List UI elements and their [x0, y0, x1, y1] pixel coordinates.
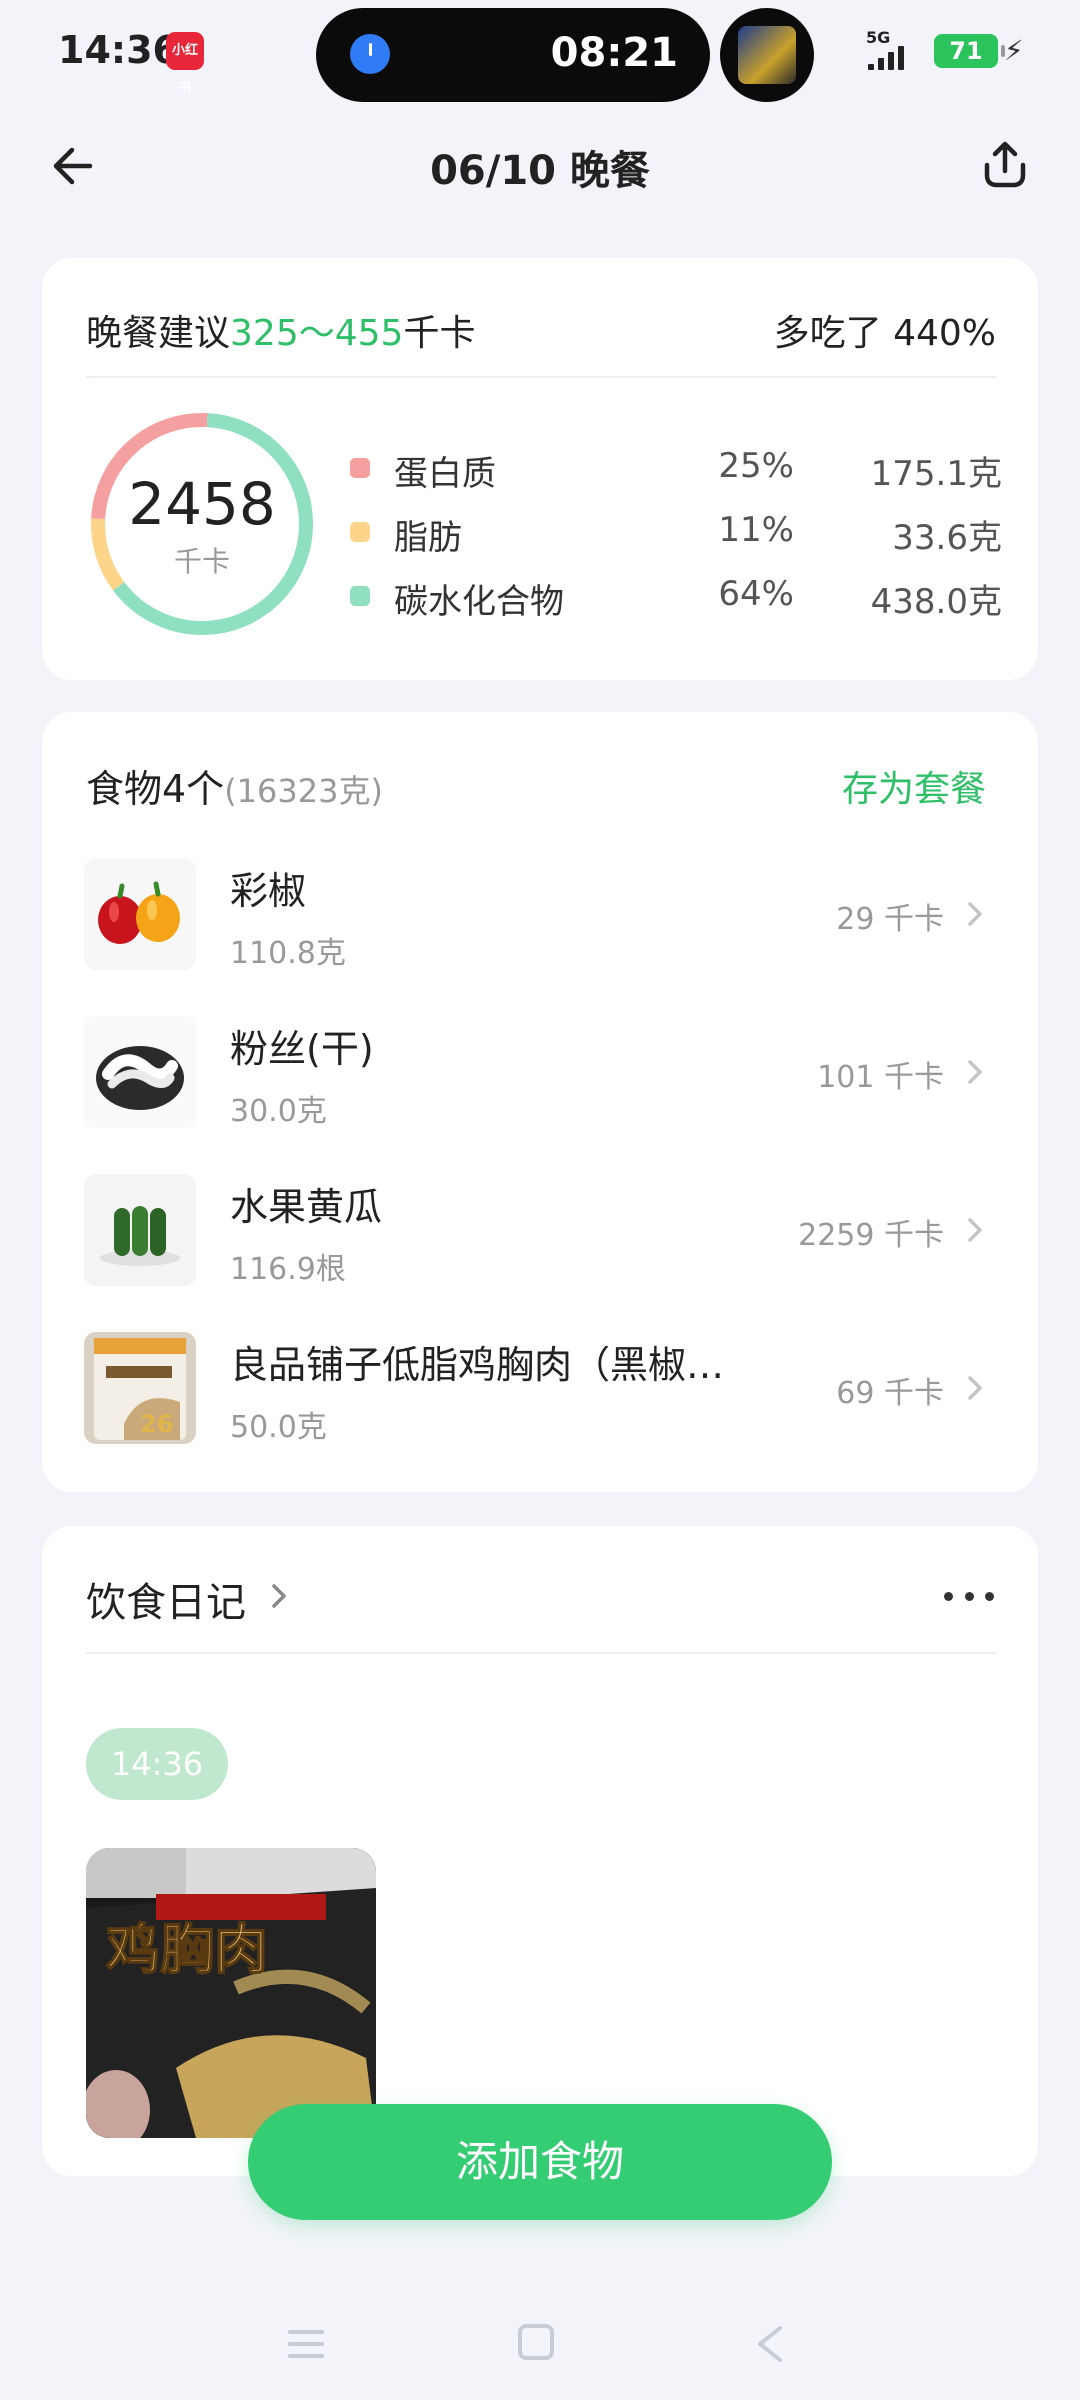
- macro-name: 碳水化合物: [394, 582, 564, 622]
- food-item-bell-pepper[interactable]: 彩椒 110.8克 29 千卡: [84, 858, 1004, 971]
- cellular-signal: 5G: [866, 28, 926, 72]
- food-amount: 110.8克: [230, 936, 346, 971]
- diary-title-link[interactable]: 饮食日记: [86, 1570, 246, 1628]
- food-kcal: 69 千卡: [836, 1376, 944, 1411]
- timer-readout: 08:21: [550, 30, 678, 76]
- signal-bars-icon: [868, 46, 904, 70]
- chevron-right-icon: [968, 902, 982, 926]
- status-time: 14:36: [58, 28, 179, 72]
- recent-apps-icon[interactable]: [286, 2324, 326, 2364]
- fat-color-dot: [350, 522, 370, 542]
- package-text: 鸡胸肉: [106, 1918, 268, 1981]
- chicken-breast-pack-photo: 26: [84, 1332, 196, 1444]
- carbs-color-dot: [350, 586, 370, 606]
- network-type: 5G: [866, 28, 891, 47]
- battery-icon: 71: [934, 34, 1005, 68]
- overeat-percent: 多吃了 440%: [773, 313, 996, 354]
- charging-bolt-icon: ⚡: [1004, 34, 1024, 67]
- more-options-button[interactable]: [944, 1578, 994, 1614]
- food-kcal: 2259 千卡: [798, 1218, 944, 1253]
- system-nav-bar: [0, 2300, 1080, 2390]
- food-count-heading: 食物4个(16323克): [86, 767, 383, 811]
- more-dot: [964, 1591, 974, 1601]
- more-dot: [985, 1591, 994, 1601]
- food-name: 水果黄瓜: [230, 1185, 383, 1229]
- macro-amount: 438.0克: [870, 582, 1002, 622]
- share-button[interactable]: [974, 134, 1036, 196]
- macro-amount: 175.1克: [870, 454, 1002, 494]
- vermicelli-photo: [84, 1016, 196, 1128]
- chevron-right-icon[interactable]: [266, 1578, 292, 1614]
- food-kcal: 101 千卡: [817, 1060, 944, 1095]
- share-upload-icon: [984, 141, 1026, 188]
- food-kcal: 29 千卡: [836, 902, 944, 937]
- macro-name: 蛋白质: [394, 454, 496, 494]
- macro-carbs: 碳水化合物 64% 438.0克: [350, 562, 1002, 626]
- dynamic-island-timer[interactable]: 08:21: [316, 8, 710, 102]
- status-bar: 14:36 小红书 08:21 5G 71 ⚡: [0, 0, 1080, 110]
- food-item-cucumber[interactable]: 水果黄瓜 116.9根 2259 千卡: [84, 1174, 1004, 1287]
- chevron-right-icon: [968, 1376, 982, 1400]
- bell-pepper-photo: [84, 858, 196, 970]
- macro-percent: 11%: [718, 510, 794, 550]
- macro-percent: 25%: [718, 446, 794, 486]
- chevron-right-icon: [968, 1218, 982, 1242]
- divider: [86, 1652, 996, 1654]
- calorie-summary-card: 晚餐建议325～455千卡 多吃了 440% 2458 千卡 蛋白质 25% 1…: [42, 258, 1038, 680]
- divider: [86, 376, 996, 378]
- macro-fat: 脂肪 11% 33.6克: [350, 498, 1002, 562]
- meal-suggestion: 晚餐建议325～455千卡: [86, 313, 476, 354]
- macro-name: 脂肪: [394, 518, 462, 558]
- diary-time-chip: 14:36: [86, 1728, 228, 1800]
- suggested-range: 325～455: [230, 313, 404, 354]
- kcal-unit-label: 千卡: [173, 545, 230, 578]
- food-list-card: 食物4个(16323克) 存为套餐 彩椒 110.8克 29 千卡 粉丝(干) …: [42, 712, 1038, 1492]
- macro-percent: 64%: [718, 574, 794, 614]
- food-name: 粉丝(干): [230, 1027, 374, 1071]
- top-nav-bar: 06/10 晚餐: [0, 120, 1080, 210]
- home-icon[interactable]: [518, 2324, 554, 2360]
- protein-color-dot: [350, 458, 370, 478]
- svg-text:26: 26: [140, 1410, 173, 1438]
- food-amount: 116.9根: [230, 1252, 346, 1287]
- diary-photo[interactable]: 鸡胸肉: [86, 1848, 376, 2138]
- floating-notification-bubble[interactable]: [720, 8, 814, 102]
- macro-protein: 蛋白质 25% 175.1克: [350, 434, 1002, 498]
- macro-amount: 33.6克: [892, 518, 1002, 558]
- back-triangle-icon[interactable]: [750, 2322, 790, 2366]
- food-item-chicken-breast[interactable]: 26 良品铺子低脂鸡胸肉（黑椒… 50.0克 69 千卡: [84, 1332, 1004, 1445]
- add-food-button[interactable]: 添加食物: [248, 2104, 832, 2220]
- xiaohongshu-app-icon: 小红书: [166, 32, 204, 96]
- page-title: 06/10 晚餐: [430, 148, 650, 194]
- food-name: 良品铺子低脂鸡胸肉（黑椒…: [230, 1343, 725, 1387]
- food-diary-card: 饮食日记 14:36 鸡胸肉: [42, 1526, 1038, 2176]
- stopwatch-icon: [350, 34, 390, 74]
- chevron-right-icon: [968, 1060, 982, 1084]
- more-dot: [944, 1591, 953, 1601]
- food-item-vermicelli[interactable]: 粉丝(干) 30.0克 101 千卡: [84, 1016, 1004, 1129]
- save-as-combo-button[interactable]: 存为套餐: [842, 760, 986, 812]
- food-amount: 50.0克: [230, 1410, 327, 1445]
- food-amount: 30.0克: [230, 1094, 327, 1129]
- macro-list: 蛋白质 25% 175.1克 脂肪 11% 33.6克 碳水化合物 64% 43…: [350, 434, 1002, 626]
- food-name: 彩椒: [230, 869, 307, 913]
- total-kcal: 2458: [128, 470, 276, 538]
- cucumber-photo: [84, 1174, 196, 1286]
- total-weight: (16323克): [224, 772, 383, 810]
- notification-thumbnail: [738, 26, 796, 84]
